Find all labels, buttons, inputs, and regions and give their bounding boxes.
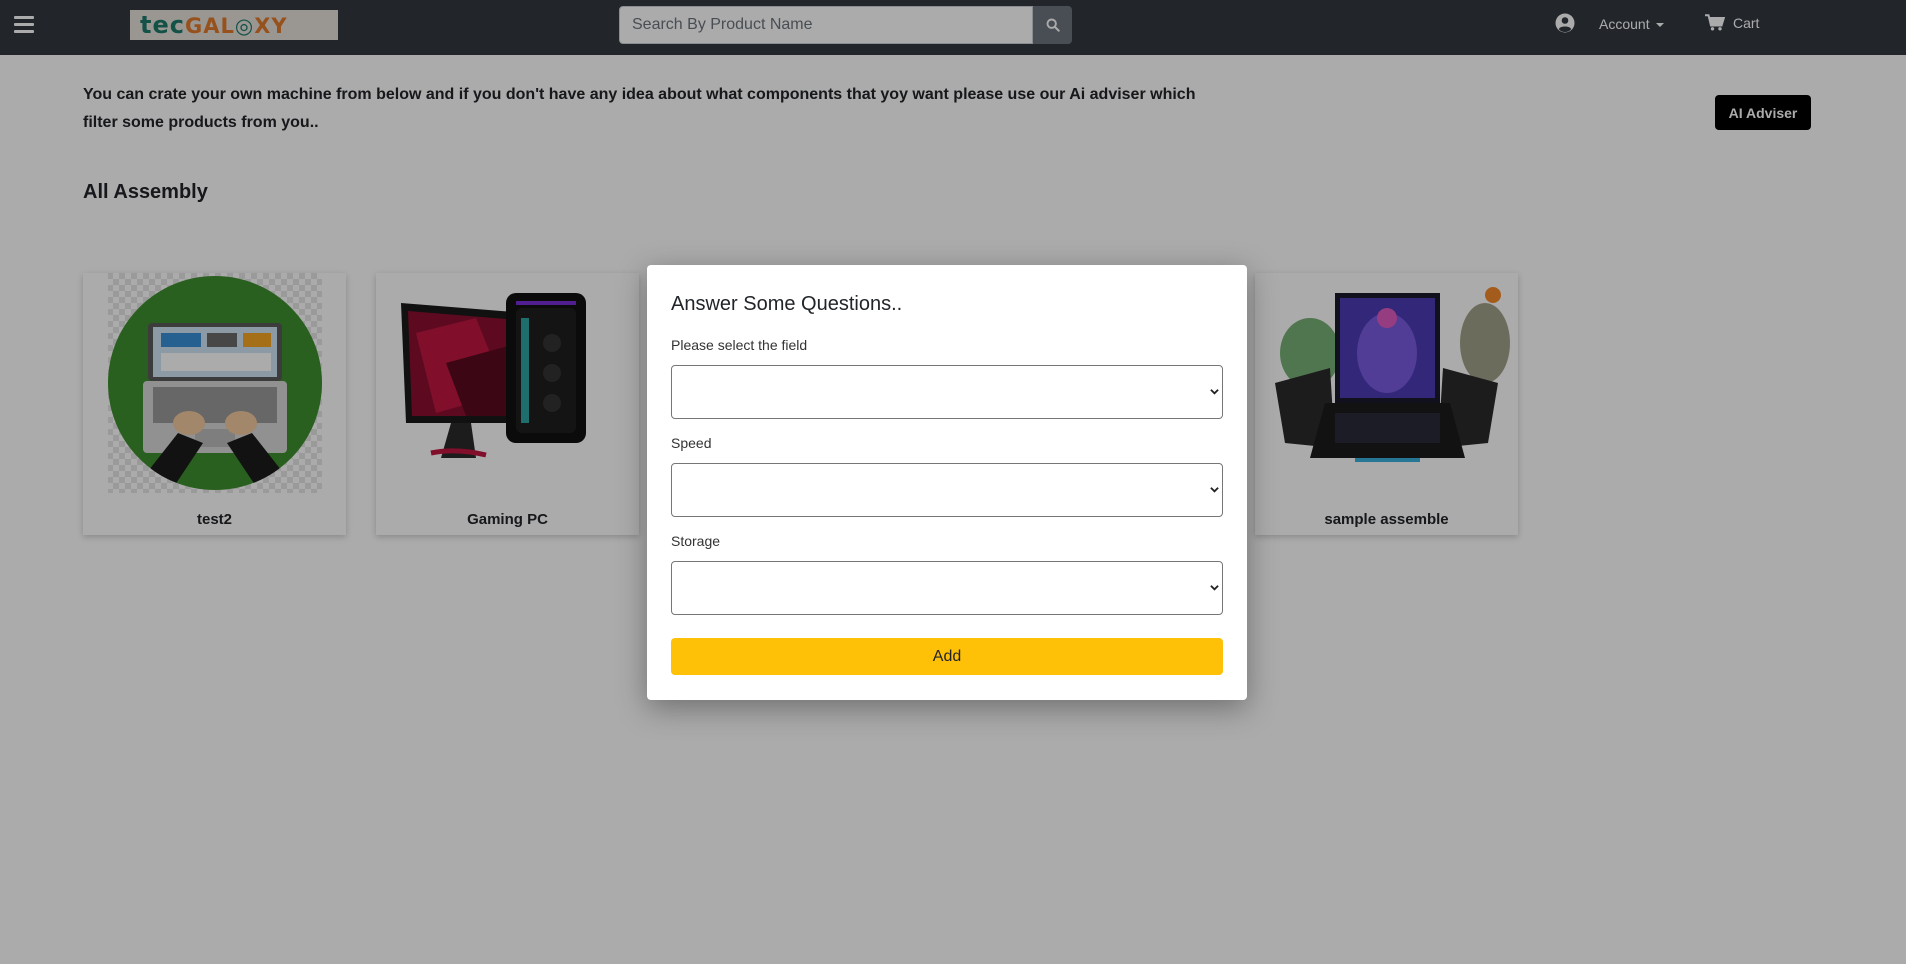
storage-label: Storage xyxy=(671,533,721,549)
field-select-label: Please select the field xyxy=(671,337,808,353)
questions-modal: Answer Some Questions.. Please select th… xyxy=(647,265,1247,700)
add-button[interactable]: Add xyxy=(671,638,1223,675)
speed-select[interactable] xyxy=(671,463,1223,517)
speed-label: Speed xyxy=(671,435,712,451)
storage-select[interactable] xyxy=(671,561,1223,615)
field-select[interactable] xyxy=(671,365,1223,419)
modal-title: Answer Some Questions.. xyxy=(671,293,903,315)
